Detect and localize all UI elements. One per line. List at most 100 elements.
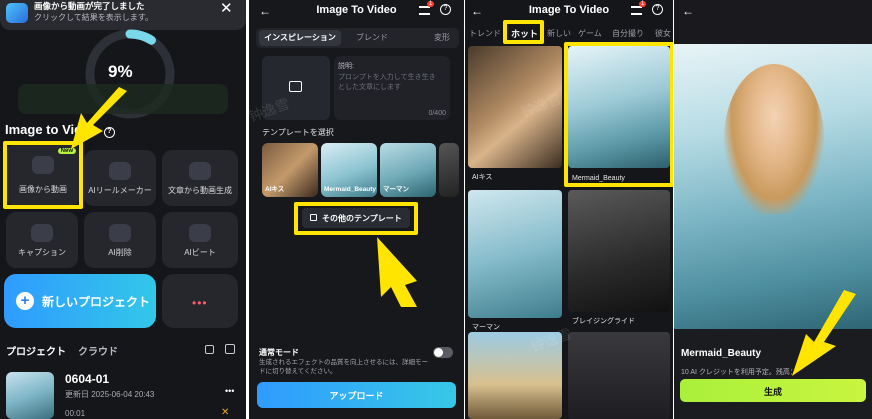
template-preview-image bbox=[674, 44, 872, 329]
card-blazing-ride[interactable]: ブレイジングライド bbox=[568, 190, 670, 325]
tab-trend[interactable]: トレンド bbox=[469, 28, 501, 39]
new-project-label: 新しいプロジェクト bbox=[42, 295, 151, 309]
tab-selfie[interactable]: 自分撮り bbox=[612, 28, 644, 39]
tab-transform[interactable]: 変形 bbox=[434, 30, 450, 46]
tab-bar: インスピレーション ブレンド 変形 bbox=[256, 28, 459, 48]
generate-button[interactable]: 生成 bbox=[680, 379, 866, 402]
project-menu-icon[interactable]: ••• bbox=[225, 386, 234, 396]
char-count: 0/400 bbox=[428, 110, 446, 117]
info-icon[interactable]: ? bbox=[103, 127, 115, 138]
description-box[interactable]: 説明: プロンプトを入力して生き生きとした文章にします 0/400 bbox=[334, 56, 450, 120]
tab-girlfriend[interactable]: 彼女 bbox=[655, 28, 671, 39]
tile-label: 画像から動画 bbox=[19, 185, 67, 194]
beat-icon bbox=[189, 224, 211, 242]
toggle-knob bbox=[434, 348, 443, 357]
card-label: AIキス bbox=[472, 174, 493, 181]
plus-icon: + bbox=[16, 292, 34, 310]
section-title: Image to Video ? bbox=[5, 122, 115, 138]
tab-new[interactable]: 新しい bbox=[547, 28, 571, 39]
more-templates-label: その他のテンプレート bbox=[322, 214, 402, 223]
tab-hot[interactable]: ホット bbox=[511, 27, 538, 40]
tile-label: AIビート bbox=[184, 248, 216, 257]
home-screen: 画像から動画が完了しました クリックして結果を表示します。 ✕ 9% Image… bbox=[0, 0, 246, 419]
tile-label: AI削除 bbox=[108, 248, 132, 257]
hair-shape bbox=[724, 64, 824, 214]
arrow-pointer-icon bbox=[377, 237, 417, 307]
help-icon[interactable]: ? bbox=[440, 4, 451, 15]
new-badge: New bbox=[57, 148, 76, 154]
cc-icon bbox=[31, 224, 53, 242]
tile-label: キャプション bbox=[18, 248, 66, 257]
close-icon[interactable]: ✕ bbox=[220, 1, 233, 17]
help-icon[interactable]: ? bbox=[652, 4, 663, 15]
card-image bbox=[568, 46, 670, 168]
template-name: Mermaid_Beauty bbox=[681, 348, 762, 359]
image-video-icon bbox=[32, 156, 54, 174]
grid-view-icon[interactable] bbox=[205, 345, 214, 354]
normal-mode-desc: 生成されるエフェクトの品質を向上させるには、詳細モードに切り替えてください。 bbox=[259, 359, 428, 375]
project-name: 0604-01 bbox=[65, 372, 110, 386]
template-label: Mermaid_Beauty bbox=[324, 186, 377, 193]
edit-icon[interactable] bbox=[225, 344, 235, 354]
tile-label: 文章から動画生成 bbox=[168, 186, 232, 195]
more-templates-button[interactable]: その他のテンプレート bbox=[302, 208, 410, 228]
generate-label: 生成 bbox=[763, 387, 782, 397]
card-label: Mermaid_Beauty bbox=[572, 175, 625, 182]
tab-cloud[interactable]: クラウド bbox=[78, 343, 118, 358]
card-label: マーマン bbox=[472, 324, 500, 331]
normal-mode-toggle[interactable] bbox=[433, 347, 453, 358]
template-label: AIキス bbox=[265, 186, 285, 193]
eraser-icon bbox=[109, 224, 131, 242]
tab-game[interactable]: ゲーム bbox=[578, 28, 602, 39]
project-thumbnail[interactable] bbox=[6, 372, 54, 419]
back-icon[interactable]: ← bbox=[682, 4, 694, 18]
tile-ai-reel-maker[interactable]: AIリールメーカー bbox=[84, 150, 156, 206]
project-duration: 00:01 bbox=[65, 409, 86, 418]
template-ai-kiss[interactable]: AIキス bbox=[262, 143, 318, 197]
tasks-icon[interactable] bbox=[419, 6, 430, 15]
notification-subtitle: クリックして結果を表示します。 bbox=[34, 13, 153, 22]
tab-inspiration[interactable]: インスピレーション bbox=[259, 30, 341, 46]
card-portrait[interactable] bbox=[568, 332, 670, 419]
more-dots-icon: ••• bbox=[192, 296, 208, 310]
tab-blend[interactable]: ブレンド bbox=[356, 30, 388, 46]
template-icon bbox=[310, 214, 317, 221]
description-label: 説明: bbox=[338, 63, 354, 70]
upload-label: アップロード bbox=[329, 391, 384, 401]
card-image bbox=[568, 190, 670, 312]
app-icon bbox=[6, 3, 28, 23]
template-label: マーマン bbox=[383, 186, 409, 193]
card-image bbox=[468, 190, 562, 318]
upload-button[interactable]: アップロード bbox=[257, 382, 456, 408]
image-to-video-screen: ← Image To Video 1 ? インスピレーション ブレンド 変形 説… bbox=[249, 0, 464, 419]
tile-image-to-video[interactable]: New 画像から動画 bbox=[6, 144, 80, 206]
blurred-preview bbox=[18, 84, 228, 114]
more-options-button[interactable]: ••• bbox=[162, 274, 238, 328]
tab-projects[interactable]: プロジェクト bbox=[6, 343, 66, 358]
progress-percent: 9% bbox=[108, 62, 133, 81]
tile-ai-remove[interactable]: AI削除 bbox=[84, 212, 156, 268]
section-title-text: Image to Video bbox=[5, 122, 98, 137]
template-mermaid-beauty[interactable]: Mermaid_Beauty bbox=[321, 143, 377, 197]
card-mermaid-beauty[interactable]: Mermaid_Beauty bbox=[568, 46, 670, 182]
credit-text: 10 AI クレジットを利用予定。残高： bbox=[681, 369, 797, 376]
template-more[interactable] bbox=[439, 143, 459, 197]
add-image-icon bbox=[289, 81, 302, 92]
tile-captions[interactable]: キャプション bbox=[6, 212, 78, 268]
notification-title: 画像から動画が完了しました bbox=[34, 1, 145, 11]
tasks-icon[interactable] bbox=[631, 6, 642, 15]
bow-icon: ✕ bbox=[221, 407, 230, 418]
magic-wand-icon bbox=[189, 162, 211, 180]
tile-ai-beat[interactable]: AIビート bbox=[162, 212, 238, 268]
template-detail-screen: ← Mermaid_Beauty 10 AI クレジットを利用予定。残高： 生成 bbox=[674, 0, 872, 419]
tile-label: AIリールメーカー bbox=[88, 186, 152, 195]
new-project-button[interactable]: + 新しいプロジェクト bbox=[4, 274, 156, 328]
template-section-title: テンプレートを選択 bbox=[262, 128, 334, 137]
lightning-icon bbox=[109, 162, 131, 180]
tile-text-to-video[interactable]: 文章から動画生成 bbox=[162, 150, 238, 206]
description-placeholder: プロンプトを入力して生き生きとした文章にします bbox=[338, 74, 436, 91]
card-label: ブレイジングライド bbox=[572, 318, 635, 325]
template-merman[interactable]: マーマン bbox=[380, 143, 436, 197]
card-merman[interactable]: マーマン bbox=[468, 190, 562, 331]
project-updated: 更新日 2025-06-04 20:43 bbox=[65, 390, 155, 399]
